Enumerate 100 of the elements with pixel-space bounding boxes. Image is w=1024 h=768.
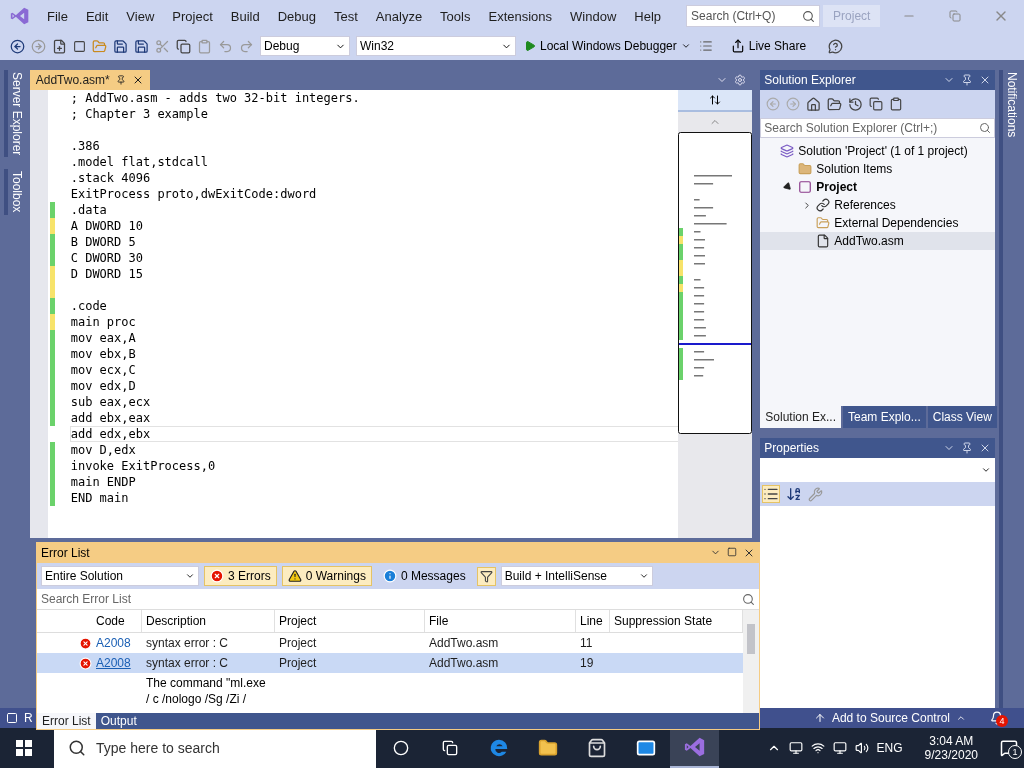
search-field[interactable]: Search Solution Explorer (Ctrl+;) [760,118,996,138]
live-share-button[interactable]: Live Share [728,39,809,53]
maximize-icon[interactable] [727,547,737,557]
panel-tab[interactable]: Team Explo... [843,406,926,428]
side-tab[interactable]: Notifications [998,70,1021,708]
source-dropdown[interactable]: Build + IntelliSense [500,566,653,586]
menu-item[interactable]: Debug [268,8,325,24]
panel-tab[interactable]: Output [95,713,142,729]
list-icon[interactable] [698,39,713,53]
settings-icon[interactable] [734,74,747,86]
filter-button[interactable]: 0 Messages [376,566,472,586]
link-icon [816,198,831,212]
categorized-icon[interactable] [763,486,780,502]
folder-icon[interactable] [827,96,843,112]
split-icon [709,94,722,106]
column-header[interactable]: Code [92,610,142,632]
filter-button[interactable]: 0 Warnings [281,566,372,586]
close-icon[interactable] [743,547,755,559]
tree-item[interactable]: External Dependencies [760,214,996,232]
run-button[interactable]: Local Windows Debugger [522,39,693,53]
arrow-up-icon [813,712,826,724]
menu-item[interactable]: Window [561,8,626,24]
volume-icon[interactable] [854,741,869,755]
code-line: .data [69,202,108,218]
error-row[interactable]: A2008 syntax error : C Project AddTwo.asm 11 [37,633,743,653]
panel-tab[interactable]: Solution Ex... [760,406,841,428]
error-row[interactable]: The command "ml.exe / c /nologo /Sg /Zi / [37,673,743,709]
network-icon[interactable] [810,741,825,755]
taskbar-search-field[interactable]: Type here to search [54,728,376,768]
table-cell: 11 [580,636,593,650]
tree-item[interactable]: Solution Items [760,160,996,178]
save-icon[interactable] [113,38,128,54]
splitter-button[interactable] [678,90,753,112]
save-all-icon[interactable] [134,38,149,54]
menu-item[interactable]: Project [163,8,222,24]
tree-item[interactable]: AddTwo.asm [760,232,996,250]
source-control-button[interactable]: Add to Source Control [813,711,966,725]
language-indicator[interactable]: ENG [876,741,903,755]
pin-icon[interactable] [961,442,974,454]
minimap-drawing[interactable] [678,132,753,434]
error-code-link[interactable]: A2008 [96,656,131,670]
menu-item[interactable]: File [38,8,77,24]
menu-item[interactable]: Extensions [479,8,562,24]
add-item-icon[interactable] [73,39,86,53]
display-icon[interactable] [832,741,847,755]
filter-button[interactable]: 3 Errors [204,566,277,586]
home-icon[interactable] [806,96,822,112]
platform-dropdown[interactable]: Win32 [356,36,516,56]
pin-icon[interactable] [115,75,126,85]
action-center-icon[interactable] [1000,739,1018,757]
menu-item[interactable]: Edit [76,8,118,24]
back-icon[interactable] [10,38,25,54]
search-field[interactable]: Search (Ctrl+Q) [686,5,821,27]
monitor-icon[interactable] [788,741,803,755]
error-code-link[interactable]: A2008 [96,636,131,650]
menu-item[interactable]: Test [325,8,367,24]
visual-studio-logo-icon [683,736,706,758]
code-line: mov D,edx [69,442,137,458]
clock[interactable]: 3:04 AM 9/23/2020 [924,734,978,762]
column-header[interactable]: Project [275,610,425,632]
panel-tab[interactable]: Class View [927,406,997,428]
menu-item[interactable]: Help [625,8,671,24]
menu-item[interactable]: Tools [431,8,480,24]
windows-logo-icon[interactable] [16,740,32,756]
expanded-arrow-icon[interactable] [782,181,794,193]
filter-icon[interactable] [479,569,493,583]
column-header[interactable]: File [425,610,576,632]
menu-item[interactable]: Build [221,8,269,24]
error-row[interactable]: A2008 syntax error : C Project AddTwo.asm 19 [37,653,743,673]
folder-icon [537,738,558,758]
tree-item[interactable]: References [760,196,996,214]
menu-item[interactable]: Analyze [366,8,432,24]
search-field[interactable]: Search Error List [37,589,759,610]
visual-studio-taskbar-button[interactable] [670,728,719,768]
side-tab[interactable]: Toolbox [3,169,26,215]
code-line: ; Chapter 3 example [69,106,209,122]
properties-icon[interactable] [889,97,904,111]
info-icon [382,569,397,583]
sort-icon[interactable] [786,486,803,502]
tree-item[interactable]: Project [760,178,996,196]
scope-dropdown[interactable]: Entire Solution [41,566,199,586]
scrollbar[interactable] [743,610,759,713]
code-line: ; AddTwo.asm - adds two 32-bit integers. [69,90,361,106]
caret-icon [680,41,691,51]
code-line: END main [69,490,130,506]
history-icon[interactable] [848,96,864,112]
copy-icon[interactable] [176,38,191,54]
column-header[interactable]: Line [576,610,610,632]
new-item-icon[interactable] [52,38,67,54]
configuration-dropdown[interactable]: Debug [260,36,350,56]
feedback-icon[interactable] [828,38,844,54]
document-tab[interactable]: AddTwo.asm* [29,70,150,90]
tree-item[interactable]: Solution 'Project' (1 of 1 project) [760,142,996,160]
collapse-icon[interactable] [869,97,884,111]
column-header[interactable]: Description [142,610,275,632]
panel-tab[interactable]: Error List [37,713,96,729]
menu-item[interactable]: View [117,8,164,24]
pin-icon[interactable] [961,74,974,86]
code-line: main proc [69,314,137,330]
side-tab[interactable]: Server Explorer [3,70,26,158]
